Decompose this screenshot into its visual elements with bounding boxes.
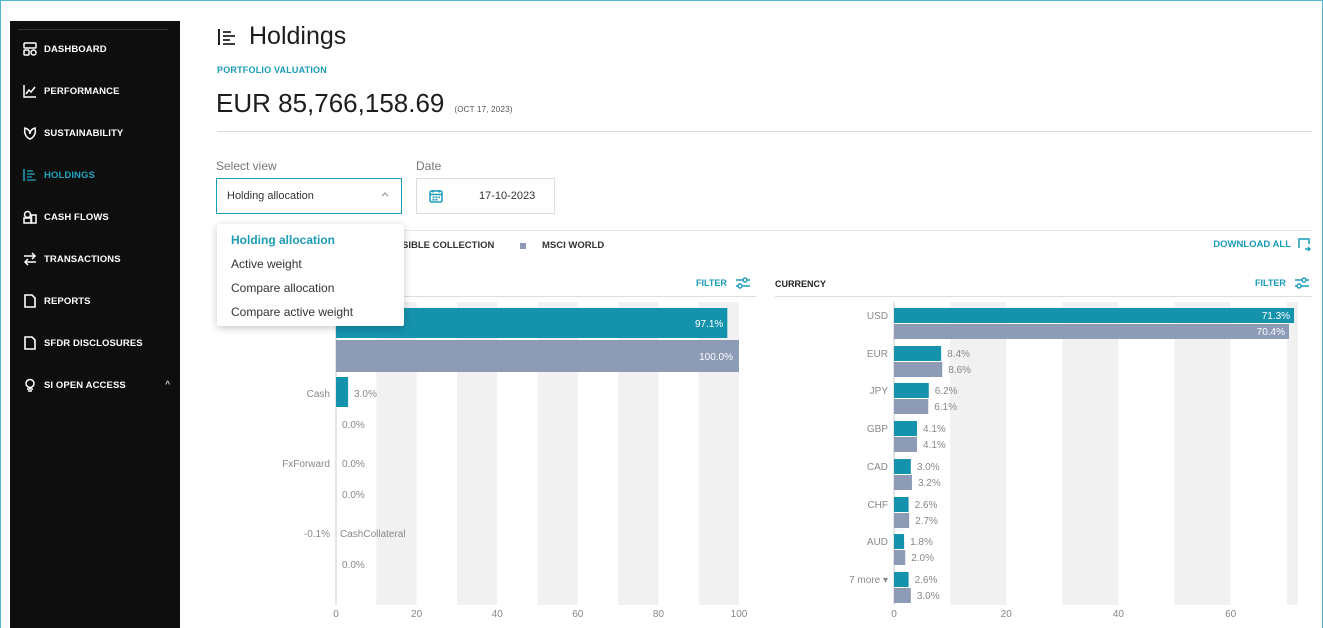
bar-series-1 (894, 383, 929, 398)
data-label: 2.6% (915, 575, 938, 586)
bar-series-2 (894, 324, 1290, 339)
x-tick-label: 20 (1001, 609, 1013, 620)
data-label: 70.4% (1257, 327, 1285, 338)
bar-series-1 (894, 534, 905, 549)
data-label: 3.0% (917, 591, 940, 602)
data-label: 8.6% (948, 365, 971, 376)
data-label: 71.3% (1262, 311, 1290, 322)
x-tick-label: 60 (1225, 609, 1237, 620)
grid-band (1062, 302, 1119, 605)
category-label: CHF (867, 500, 888, 511)
bar-series-2 (894, 362, 943, 377)
menu-item-holding-allocation[interactable]: Holding allocation (217, 228, 404, 252)
data-label: 2.7% (915, 516, 938, 527)
currency-allocation-chart: USD 71.3% 70.4% EUR 8.4% 8.6% JPY 6.2% 6.1% GBP 4.… (849, 302, 1298, 620)
data-label: 1.8% (910, 537, 933, 548)
category-label: GBP (867, 424, 888, 435)
data-label: 2.0% (911, 553, 934, 564)
menu-item-compare-active-weight[interactable]: Compare active weight (217, 300, 404, 324)
bar-series-1 (894, 308, 1295, 323)
bar-series-1 (894, 346, 942, 361)
data-label: 3.0% (917, 462, 940, 473)
data-label: 4.1% (923, 440, 946, 451)
category-label: JPY (870, 386, 889, 397)
data-label: 6.2% (935, 386, 958, 397)
category-label: CAD (867, 462, 888, 473)
bar-series-1 (894, 421, 918, 436)
x-tick-label: 40 (1113, 609, 1125, 620)
x-tick-label: 0 (891, 609, 897, 620)
bar-series-2 (894, 588, 911, 603)
category-label: EUR (867, 349, 888, 360)
category-label: AUD (867, 537, 888, 548)
bar-series-1 (894, 572, 909, 587)
data-label: 8.4% (947, 349, 970, 360)
data-label: 3.2% (918, 478, 941, 489)
bar-series-2 (894, 475, 912, 490)
select-view-menu: Holding allocation Active weight Compare… (217, 224, 404, 326)
bar-series-2 (894, 550, 906, 565)
grid-band (1286, 302, 1298, 605)
bar-series-2 (894, 399, 929, 414)
menu-item-active-weight[interactable]: Active weight (217, 252, 404, 276)
grid-band (1174, 302, 1231, 605)
menu-item-compare-allocation[interactable]: Compare allocation (217, 276, 404, 300)
data-label: 4.1% (923, 424, 946, 435)
bar-series-2 (894, 513, 910, 528)
bar-series-2 (894, 437, 918, 452)
data-label: 2.6% (915, 500, 938, 511)
bar-series-1 (894, 497, 909, 512)
grid-band (950, 302, 1007, 605)
category-label: USD (867, 311, 888, 322)
category-label: 7 more ▾ (849, 575, 888, 586)
bar-series-1 (894, 459, 911, 474)
data-label: 6.1% (934, 402, 957, 413)
